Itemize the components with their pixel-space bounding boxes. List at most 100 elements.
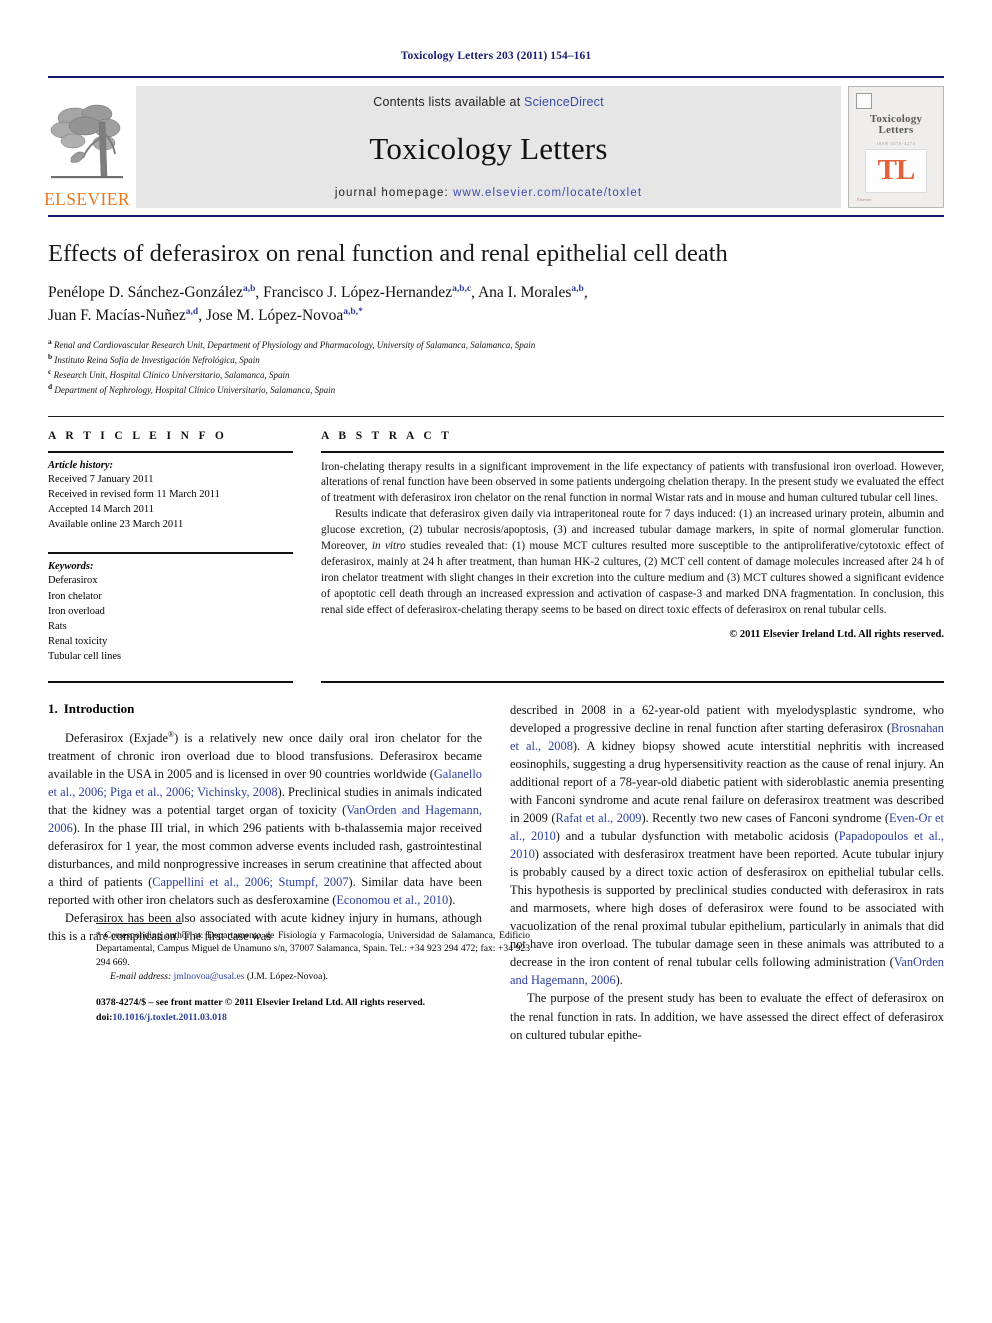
affiliation-list: a Renal and Cardiovascular Research Unit… — [48, 337, 944, 397]
keyword-item: Tubular cell lines — [48, 651, 122, 663]
journal-homepage-link[interactable]: www.elsevier.com/locate/toxlet — [453, 187, 642, 199]
keyword-item: Renal toxicity — [48, 636, 108, 648]
email-link[interactable]: jmlnovoa@usal.es — [174, 971, 245, 982]
author-separator: , — [198, 306, 206, 324]
title-block-bottom-rule — [48, 415, 944, 417]
paragraph-text: ). — [615, 973, 623, 988]
affiliation-item: b Instituto Reina Sofía de Investigación… — [48, 352, 944, 367]
affiliation-key: a — [48, 337, 52, 347]
affiliation-text: Instituto Reina Sofía de Investigación N… — [54, 355, 260, 366]
cover-title-line2: Letters — [878, 124, 914, 137]
author-separator: , — [255, 284, 264, 302]
masthead-banner: Contents lists available at ScienceDirec… — [136, 86, 841, 208]
paragraph: Deferasirox (Exjade®) is a relatively ne… — [48, 729, 482, 910]
running-head: Toxicology Letters 203 (2011) 154–161 — [400, 50, 592, 62]
abstract-paragraph: Iron-chelating therapy results in a sign… — [321, 460, 944, 505]
journal-masthead: ELSEVIER Contents lists available at Sci… — [44, 76, 944, 208]
footnote-rule — [96, 922, 182, 924]
section-title: Introduction — [63, 700, 135, 716]
author-affiliation-marker[interactable]: a,b — [243, 284, 255, 294]
article-info-column: A R T I C L E I N F O Article history: R… — [48, 430, 293, 665]
abstract-body: Iron-chelating therapy results in a sign… — [321, 460, 944, 619]
affiliation-key: c — [48, 367, 52, 377]
affiliation-text: Research Unit, Hospital Clínico Universi… — [53, 370, 290, 381]
author-separator: , — [583, 284, 588, 302]
doi-link[interactable]: 10.1016/j.toxlet.2011.03.018 — [112, 1012, 227, 1023]
keyword-item: Deferasirox — [48, 575, 98, 587]
citation-link[interactable]: Cappellini et al., 2006; Stumpf, 2007 — [152, 875, 348, 889]
contents-list-line: Contents lists available at ScienceDirec… — [373, 95, 604, 109]
abstract-rule — [321, 450, 944, 453]
elsevier-tree-icon — [50, 104, 123, 178]
author-name: Juan F. Macías-Nuñez — [48, 306, 186, 324]
journal-title: Toxicology Letters — [369, 130, 608, 166]
cover-subtitle: ISSN 0378-4274 — [876, 140, 916, 146]
imprint-line: 0378-4274/$ – see front matter © 2011 El… — [96, 997, 426, 1009]
article-history-item: Accepted 14 March 2011 — [48, 503, 155, 515]
info-abstract-area: A R T I C L E I N F O Article history: R… — [48, 430, 944, 665]
author-affiliation-marker[interactable]: a,b — [571, 284, 583, 294]
abstract-text-b: studies revealed that: (1) mouse MCT cul… — [321, 540, 944, 616]
page-title: Effects of deferasirox on renal function… — [48, 240, 728, 267]
keywords-block: Keywords: Deferasirox Iron chelator Iron… — [48, 552, 293, 664]
author-affiliation-marker[interactable]: a,b,c — [452, 284, 471, 294]
imprint-block: 0378-4274/$ – see front matter © 2011 El… — [96, 996, 530, 1025]
doi-label: doi: — [96, 1011, 113, 1023]
affiliation-item: d Department of Nephrology, Hospital Clí… — [48, 382, 944, 397]
doi-line: doi:10.1016/j.toxlet.2011.03.018 — [96, 1011, 530, 1026]
article-history-item: Received in revised form 11 March 2011 — [48, 488, 220, 500]
affiliation-text: Renal and Cardiovascular Research Unit, … — [54, 340, 536, 351]
elsevier-logo: ELSEVIER — [44, 86, 130, 208]
article-info-heading: A R T I C L E I N F O — [48, 429, 228, 442]
keywords-label: Keywords: — [48, 561, 94, 573]
corresponding-author-text: Corresponding author at: Departamento de… — [96, 929, 530, 968]
article-history-item: Received 7 January 2011 — [48, 473, 154, 485]
cover-elsevier-mark-icon — [856, 93, 872, 109]
body-column-left: 1. Introduction Deferasirox (Exjade®) is … — [48, 683, 530, 1044]
article-info-rule — [48, 450, 293, 453]
affiliation-item: a Renal and Cardiovascular Research Unit… — [48, 337, 944, 352]
citation-link[interactable]: Economou et al., 2010 — [336, 893, 448, 907]
paragraph-text: described in 2008 in a 62-year-old patie… — [510, 702, 944, 735]
body-column-right: described in 2008 in a 62-year-old patie… — [510, 683, 944, 1044]
cover-monogram-box: TL — [865, 148, 927, 193]
abstract-paragraph: Results indicate that deferasirox given … — [321, 507, 944, 618]
abstract-heading: A B S T R A C T — [321, 429, 453, 442]
author-affiliation-marker[interactable]: a,b,* — [343, 307, 363, 317]
paragraph-text: ). — [448, 893, 456, 908]
abstract-column: A B S T R A C T Iron-chelating therapy r… — [321, 430, 944, 665]
abstract-emphasis: in vitro — [371, 540, 406, 553]
author-name: Francisco J. López-Hernandez — [263, 284, 453, 302]
sciencedirect-link[interactable]: ScienceDirect — [524, 95, 604, 109]
affiliation-key: d — [48, 382, 53, 392]
author-name: Penélope D. Sánchez-González — [48, 284, 243, 302]
journal-homepage-line: journal homepage: www.elsevier.com/locat… — [335, 187, 642, 199]
article-history-label: Article history: — [48, 459, 114, 471]
paragraph-text: ) associated with desferasirox treatment… — [510, 847, 944, 970]
homepage-prefix: journal homepage: — [334, 187, 454, 199]
paragraph-text: Deferasirox (Exjade — [65, 730, 168, 745]
keywords-rule — [48, 552, 293, 555]
paragraph: described in 2008 in a 62-year-old patie… — [510, 701, 944, 990]
affiliation-item: c Research Unit, Hospital Clínico Univer… — [48, 367, 944, 382]
article-history-item: Available online 23 March 2011 — [48, 519, 184, 531]
author-separator: , — [471, 284, 478, 302]
contents-prefix: Contents lists available at — [373, 95, 525, 109]
email-owner: (J.M. López-Novoa). — [244, 970, 328, 982]
masthead-bottom-rule — [48, 215, 944, 217]
cover-footer-mark: Elsevier — [857, 197, 872, 202]
affiliation-key: b — [48, 352, 53, 362]
email-label: E-mail address: — [110, 970, 172, 982]
copyright-line: © 2011 Elsevier Ireland Ltd. All rights … — [729, 628, 944, 640]
author-affiliation-marker[interactable]: a,d — [186, 307, 198, 317]
elsevier-wordmark: ELSEVIER — [44, 188, 130, 209]
journal-article-page: Toxicology Letters 203 (2011) 154–161 EL… — [0, 0, 992, 1323]
cover-monogram: TL — [877, 154, 916, 187]
article-title-block: Effects of deferasirox on renal function… — [48, 239, 944, 398]
corresponding-author-note: * Corresponding author at: Departamento … — [96, 929, 530, 970]
paragraph: The purpose of the present study has bee… — [510, 991, 944, 1042]
citation-link[interactable]: Rafat et al., 2009 — [555, 811, 641, 825]
section-number: 1. — [48, 700, 58, 716]
email-note: E-mail address: jmlnovoa@usal.es (J.M. L… — [96, 971, 530, 982]
author-name: Ana I. Morales — [477, 284, 572, 302]
